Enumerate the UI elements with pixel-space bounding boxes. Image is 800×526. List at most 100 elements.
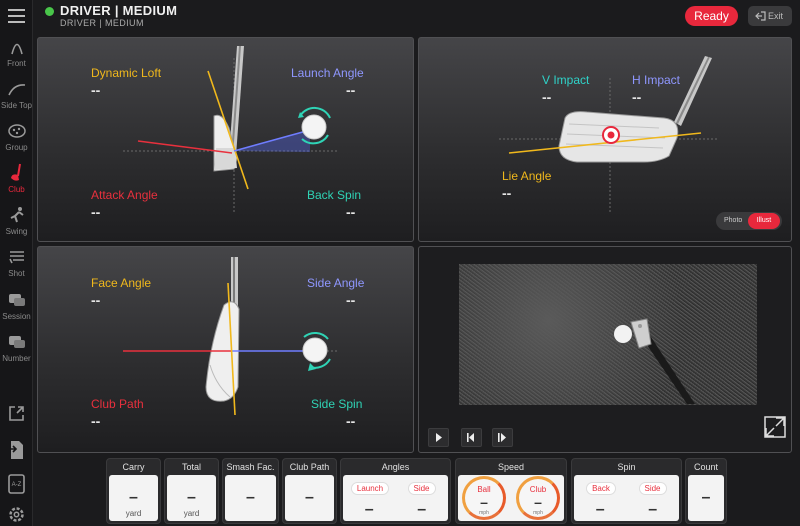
step-back-icon [467, 433, 474, 442]
dynamic-loft-label: Dynamic Loft [91, 66, 162, 80]
total-card: Total – yard [164, 458, 219, 524]
face-angle-label: Face Angle [91, 276, 152, 290]
ball-speed-value: – [480, 494, 488, 510]
carry-card: Carry – yard [106, 458, 161, 524]
sidebar-item-swing[interactable]: Swing [0, 204, 33, 236]
angles-label: Angles [381, 462, 410, 472]
back-spin-stat-value: – [595, 501, 605, 518]
sidebar-item-front[interactable]: Front [0, 36, 33, 68]
attack-angle-value: -- [91, 204, 101, 220]
smash-factor-card: Smash Fac. – [222, 458, 279, 524]
ball-speed-gauge: Ball – mph [462, 476, 506, 520]
lie-angle-label: Lie Angle [502, 169, 552, 183]
sidebar-item-club[interactable]: Club [0, 162, 33, 194]
speed-label: Speed [497, 462, 525, 472]
back-spin-pill: Back [586, 482, 616, 495]
ready-button[interactable]: Ready [685, 6, 738, 26]
page-title: DRIVER | MEDIUM [60, 3, 178, 18]
sidebar-item-side-top[interactable]: Side Top [0, 78, 33, 110]
connection-status-dot [45, 7, 54, 16]
exit-icon [755, 11, 766, 21]
export-icon[interactable] [7, 404, 26, 424]
side-pill: Side [407, 482, 436, 495]
exit-button[interactable]: Exit [748, 6, 792, 26]
swing-icon [0, 204, 33, 226]
side-spin-value: -- [346, 413, 356, 429]
club-path-card: Club Path – [282, 458, 337, 524]
side-top-arc-icon [0, 78, 33, 100]
attack-angle-label: Attack Angle [91, 188, 158, 202]
driver-front-panel: Dynamic Loft -- Launch Angle -- Attack A… [37, 37, 414, 242]
launch-angle-label: Launch Angle [291, 66, 364, 80]
impact-video-panel [418, 246, 792, 453]
page-subtitle: DRIVER | MEDIUM [60, 18, 144, 28]
side-spin-label: Side Spin [311, 397, 363, 411]
side-angle-value: -- [346, 292, 356, 308]
impact-location-panel: V Impact -- H Impact -- Lie Angle -- Pho… [418, 37, 792, 242]
carry-label: Carry [122, 462, 145, 472]
club-speed-gauge: Club – mph [516, 476, 560, 520]
step-forward-icon [498, 433, 506, 442]
step-back-button[interactable] [461, 428, 482, 447]
top-view-panel: Face Angle -- Side Angle -- Club Path --… [37, 246, 414, 453]
club-speed-value: – [534, 494, 542, 510]
impact-video-frame[interactable] [459, 264, 757, 405]
total-unit: yard [183, 509, 200, 518]
photo-illust-toggle[interactable]: Photo Illust [716, 212, 782, 230]
v-impact-label: V Impact [542, 73, 590, 87]
club-path-stat-value: – [305, 489, 314, 506]
header: DRIVER | MEDIUM DRIVER | MEDIUM Ready Ex… [33, 0, 800, 36]
club-icon [0, 162, 33, 184]
exit-label: Exit [768, 11, 784, 21]
carry-unit: yard [125, 509, 142, 518]
count-card: Count – [685, 458, 727, 524]
shot-list-icon [0, 246, 33, 268]
side-angle-label: Side Angle [307, 276, 365, 290]
ball-speed-label: Ball [477, 485, 491, 494]
side-angle-stat-value: – [417, 501, 427, 518]
expand-button[interactable] [763, 415, 787, 439]
toggle-photo-option[interactable]: Photo [724, 217, 742, 224]
sidebar-item-group[interactable]: Group [0, 120, 33, 152]
count-value: – [701, 489, 711, 506]
club-path-value: -- [91, 413, 101, 429]
play-icon [436, 433, 442, 442]
sidebar-item-shot[interactable]: Shot [0, 246, 33, 278]
expand-icon [764, 416, 786, 438]
h-impact-label: H Impact [632, 73, 681, 87]
back-spin-value: -- [346, 204, 356, 220]
play-button[interactable] [428, 428, 449, 447]
side-spin-pill: Side [638, 482, 667, 495]
club-speed-unit: mph [533, 510, 543, 516]
angles-card: Angles Launch – Side – [340, 458, 451, 524]
step-forward-button[interactable] [492, 428, 513, 447]
report-icon[interactable]: A-Z [7, 474, 26, 494]
speed-card: Speed Ball – mph Club – mph [455, 458, 567, 524]
group-icon [0, 120, 33, 142]
total-label: Total [181, 462, 201, 472]
ball-club-impact-image [614, 318, 695, 404]
lie-angle-value: -- [502, 185, 512, 201]
ball-speed-unit: mph [479, 510, 489, 516]
document-icon[interactable] [7, 440, 26, 460]
v-impact-value: -- [542, 89, 552, 105]
sidebar-item-number[interactable]: Number [0, 331, 33, 363]
sidebar-item-session[interactable]: Session [0, 289, 33, 321]
carry-value: – [129, 489, 138, 506]
club-speed-label: Club [529, 485, 547, 494]
svg-text:A-Z: A-Z [12, 482, 22, 488]
session-icon [0, 289, 33, 311]
hamburger-menu-icon[interactable] [8, 9, 25, 23]
dynamic-loft-value: -- [91, 82, 101, 98]
launch-angle-stat-value: – [364, 501, 374, 518]
smash-factor-label: Smash Fac. [226, 462, 275, 472]
count-label: Count [693, 462, 719, 472]
spin-card: Spin Back – Side – [571, 458, 682, 524]
toggle-illust-option[interactable]: Illust [748, 213, 780, 229]
spin-label: Spin [617, 462, 636, 472]
front-arc-icon [0, 36, 33, 58]
side-spin-stat-value: – [648, 501, 658, 518]
club-path-stat-label: Club Path [289, 462, 330, 472]
settings-icon[interactable] [7, 505, 26, 525]
h-impact-value: -- [632, 89, 642, 105]
